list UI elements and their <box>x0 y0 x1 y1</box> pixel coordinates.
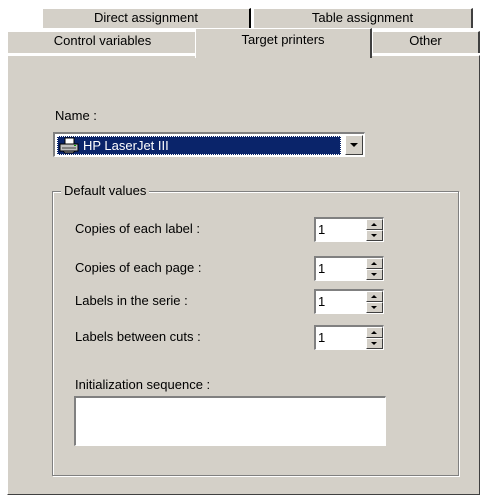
labels-between-cuts-label: Labels between cuts : <box>75 329 201 344</box>
copies-each-label-spinner[interactable]: 1 <box>314 217 384 242</box>
tab-other[interactable]: Other <box>372 31 480 53</box>
tab-direct-assignment-label: Direct assignment <box>93 10 199 25</box>
copies-each-page-spinner[interactable]: 1 <box>314 256 384 281</box>
tab-control-variables-label: Control variables <box>53 33 152 48</box>
labels-in-serie-spinner[interactable]: 1 <box>314 289 384 314</box>
labels-between-cuts-spinner[interactable]: 1 <box>314 325 384 350</box>
default-values-title: Default values <box>61 183 150 199</box>
spin-down-icon[interactable] <box>366 338 383 349</box>
target-printers-panel: Name : HP LaserJet III Default values Co… <box>7 55 480 495</box>
tab-table-assignment-label: Table assignment <box>311 10 414 25</box>
init-sequence-label: Initialization sequence : <box>75 377 211 392</box>
printer-selected-text: HP LaserJet III <box>83 138 169 153</box>
copies-each-label-value[interactable]: 1 <box>318 221 325 239</box>
printer-name-label: Name : <box>55 108 97 123</box>
printer-dropdown-button[interactable] <box>345 135 363 155</box>
printer-icon <box>59 137 79 154</box>
printer-name-combobox[interactable]: HP LaserJet III <box>53 132 365 157</box>
tab-target-printers-label: Target printers <box>241 32 325 47</box>
spin-up-icon[interactable] <box>366 291 383 302</box>
tab-direct-assignment[interactable]: Direct assignment <box>42 8 251 28</box>
spin-down-icon[interactable] <box>366 230 383 241</box>
spin-up-icon[interactable] <box>366 219 383 230</box>
labels-in-serie-value[interactable]: 1 <box>318 293 325 311</box>
spin-up-icon[interactable] <box>366 258 383 269</box>
tab-other-label: Other <box>409 33 442 48</box>
printer-selected-item[interactable]: HP LaserJet III <box>57 136 341 155</box>
tab-target-printers[interactable]: Target printers <box>195 28 372 58</box>
tab-table-assignment[interactable]: Table assignment <box>253 8 473 28</box>
spin-down-icon[interactable] <box>366 302 383 313</box>
tab-control-variables[interactable]: Control variables <box>7 31 197 53</box>
labels-between-cuts-value[interactable]: 1 <box>318 329 325 347</box>
init-sequence-textarea[interactable] <box>74 396 386 446</box>
copies-each-page-label: Copies of each page : <box>75 260 202 275</box>
copies-each-label-label: Copies of each label : <box>75 221 201 236</box>
spin-up-icon[interactable] <box>366 327 383 338</box>
labels-in-serie-label: Labels in the serie : <box>75 293 188 308</box>
spin-down-icon[interactable] <box>366 269 383 280</box>
copies-each-page-value[interactable]: 1 <box>318 260 325 278</box>
